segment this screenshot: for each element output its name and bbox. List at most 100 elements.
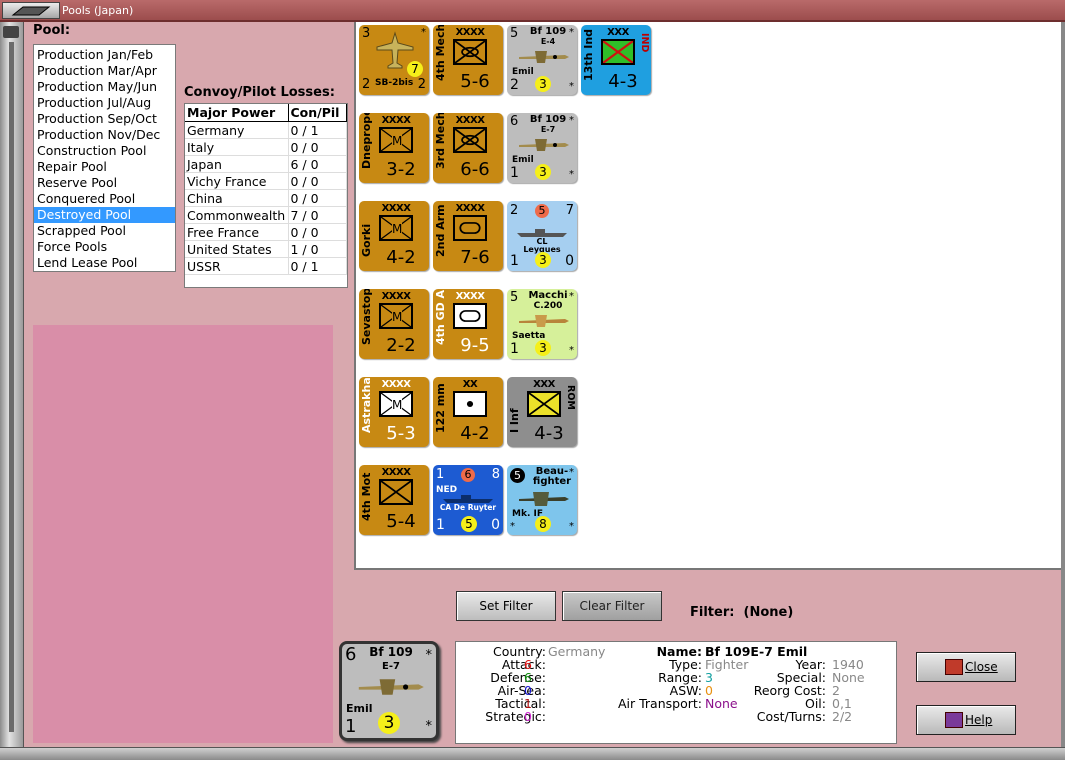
unit-counter-macchi-c200[interactable]: 5 Macchi C.200 * Saetta 1 3 *: [507, 289, 577, 359]
pool-list-item[interactable]: Production Jan/Feb: [34, 47, 175, 63]
unit-counter-sevastopol[interactable]: Sevastopol XXXX M 2-2: [359, 289, 429, 359]
column-header-major-power[interactable]: Major Power: [185, 104, 289, 122]
counter-side-label: Sevastopol: [360, 289, 373, 345]
counter-size: XXX: [533, 379, 555, 390]
window-title: Pools (Japan): [62, 4, 134, 17]
pool-list-item[interactable]: Conquered Pool: [34, 191, 175, 207]
counter-side-label: Gorki: [360, 223, 373, 257]
counter-stats: 9-5: [460, 335, 490, 356]
militia-symbol-icon: M: [379, 391, 413, 417]
counter-mark: M: [392, 134, 403, 148]
counter-name: Bf 109 E-7: [523, 115, 573, 135]
counter-mark: M: [392, 398, 403, 412]
counter-side-label: I Inf: [508, 408, 521, 433]
counter-size: XXX: [607, 27, 629, 38]
major-power-cell: China: [185, 189, 289, 207]
unit-info-fields: Country: Germany Attack: 6 Defense: 6 Ai…: [456, 645, 896, 741]
counter-nationality: IND: [639, 33, 650, 53]
unit-grid[interactable]: 3 * 7 2 SB-2bis 2 4th Mech XXXX 5-6 5 Bf…: [354, 22, 1061, 570]
help-button[interactable]: Help: [916, 705, 1016, 735]
air-transport-label: Air Transport:: [617, 696, 702, 711]
unit-counter-4th-mot[interactable]: 4th Mot XXXX 5-4: [359, 465, 429, 535]
unit-counter-4th-mech[interactable]: 4th Mech XXXX 5-6: [433, 25, 503, 95]
counter-stats: 7-6: [460, 247, 490, 268]
column-header-con-pil[interactable]: Con/Pil: [288, 104, 347, 122]
losses-table: Major Power Con/Pil Germany 0 / 1 Italy 0 /…: [184, 103, 348, 288]
unit-counter-beaufighter[interactable]: 5 Beau-fighter * Mk. IF * 8 *: [507, 465, 577, 535]
plane-name-line2: C.200: [533, 301, 563, 311]
table-row: Free France 0 / 0: [185, 223, 347, 241]
title-bar: Pools (Japan): [0, 0, 1065, 22]
con-pil-cell: 0 / 1: [288, 121, 347, 139]
counter-size: XXXX: [381, 203, 411, 214]
pool-list-item[interactable]: Destroyed Pool: [34, 207, 175, 223]
unit-counter-bf109-e7[interactable]: 6 Bf 109 E-7 * Emil 1 3 *: [507, 113, 577, 183]
unit-counter-gorki[interactable]: Gorki XXXX M 4-2: [359, 201, 429, 271]
unit-counter-122mm[interactable]: 122 mm XX 4-2: [433, 377, 503, 447]
counter-badge: 5: [461, 516, 477, 532]
clear-filter-button[interactable]: Clear Filter: [562, 591, 662, 621]
card-star: *: [425, 648, 433, 663]
counter-mark: M: [392, 310, 403, 324]
close-button[interactable]: Close: [916, 652, 1016, 682]
unit-counter-13th-ind-l[interactable]: 13th Ind L XXX IND 4-3: [581, 25, 651, 95]
pool-list[interactable]: Production Jan/Feb Production Mar/Apr Prod…: [33, 44, 176, 272]
system-menu-button[interactable]: [2, 2, 60, 19]
unit-counter-dnepropet[interactable]: Dnepropet. XXXX M 3-2: [359, 113, 429, 183]
counter-value: 3: [362, 26, 371, 41]
unit-counter-sb2bis[interactable]: 3 * 7 2 SB-2bis 2: [359, 25, 429, 95]
pool-list-item[interactable]: Production Jul/Aug: [34, 95, 175, 111]
card-name-line2: E-7: [382, 661, 400, 672]
pool-list-item[interactable]: Force Pools: [34, 239, 175, 255]
mech-symbol-icon: [453, 127, 487, 153]
pool-label: Pool:: [33, 23, 71, 38]
unit-counter-2nd-arm[interactable]: 2nd Arm XXXX 7-6: [433, 201, 503, 271]
unit-info-panel: Country: Germany Attack: 6 Defense: 6 Ai…: [455, 641, 897, 744]
pool-list-item[interactable]: Production Nov/Dec: [34, 127, 175, 143]
armor-symbol-icon: [453, 303, 487, 329]
con-pil-cell: 0 / 0: [288, 223, 347, 241]
rail-knob[interactable]: [3, 26, 19, 38]
militia-symbol-icon: M: [379, 215, 413, 241]
window-icon: [11, 6, 51, 15]
pool-list-item[interactable]: Lend Lease Pool: [34, 255, 175, 271]
losses-label: Convoy/Pilot Losses:: [184, 85, 335, 100]
cruiser-ship-icon: [517, 229, 567, 237]
pool-list-item[interactable]: Repair Pool: [34, 159, 175, 175]
strategic-value: 0: [524, 709, 532, 724]
counter-size: XXXX: [455, 203, 485, 214]
pool-list-item[interactable]: Scrapped Pool: [34, 223, 175, 239]
right-frame: [1061, 22, 1065, 747]
fighter-plane-icon: [519, 51, 569, 63]
unit-counter-cl-leygues[interactable]: 2 5 7 CL Leygues 1 3 0: [507, 201, 577, 271]
help-book-icon: [945, 712, 963, 728]
counter-side-label: Astrakhan: [360, 377, 373, 433]
counter-value: 8: [491, 467, 500, 482]
unit-counter-4th-gd-arm[interactable]: 4th GD Arm XXXX 9-5: [433, 289, 503, 359]
pool-list-item[interactable]: Production Mar/Apr: [34, 63, 175, 79]
unit-counter-astrakhan[interactable]: Astrakhan XXXX M 5-3: [359, 377, 429, 447]
set-filter-button[interactable]: Set Filter: [456, 591, 556, 621]
filter-status: Filter: (None): [690, 605, 793, 620]
counter-value: 1: [436, 517, 445, 533]
counter-side-label: Dnepropet.: [360, 113, 373, 169]
ship-name: CA De Ruyter: [439, 503, 497, 512]
counter-star: *: [569, 27, 574, 38]
pool-list-item[interactable]: Reserve Pool: [34, 175, 175, 191]
pool-list-item[interactable]: Production Sep/Oct: [34, 111, 175, 127]
mech-symbol-icon: [453, 39, 487, 65]
bottom-scroll-rail[interactable]: [0, 747, 1065, 760]
left-scroll-rail[interactable]: [0, 22, 24, 760]
pool-list-item[interactable]: Production May/Jun: [34, 79, 175, 95]
pool-list-item[interactable]: Construction Pool: [34, 143, 175, 159]
major-power-cell: Germany: [185, 121, 289, 139]
fighter-plane-icon: [358, 679, 424, 695]
unit-counter-bf109-e4[interactable]: 5 Bf 109 E-4 * Emil 2 3 *: [507, 25, 577, 95]
counter-star: *: [569, 169, 574, 180]
con-pil-cell: 0 / 0: [288, 172, 347, 190]
unit-counter-ca-de-ruyter[interactable]: 1 6 8 NED CA De Ruyter 1 5 0: [433, 465, 503, 535]
plane-name-line2: fighter: [532, 476, 572, 487]
counter-value: 0: [491, 517, 500, 533]
unit-counter-3rd-mech[interactable]: 3rd Mech XXXX 6-6: [433, 113, 503, 183]
unit-counter-i-inf-rom[interactable]: I Inf XXX ROM 4-3: [507, 377, 577, 447]
